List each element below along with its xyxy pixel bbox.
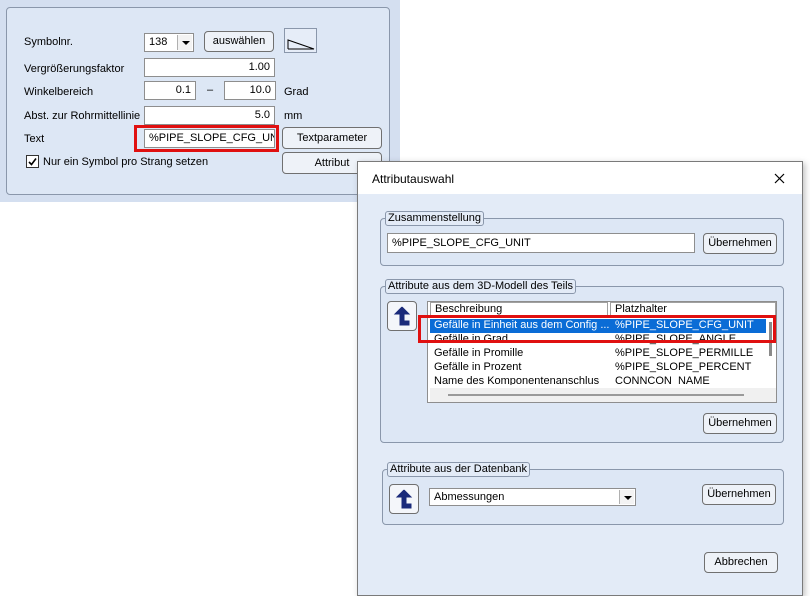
cancel-button[interactable]: Abbrechen bbox=[704, 552, 778, 573]
one-symbol-label: Nur ein Symbol pro Strang setzen bbox=[43, 156, 209, 168]
row-placeholder: CONNCON_NAME bbox=[615, 375, 710, 385]
symbolnr-label: Symbolnr. bbox=[24, 36, 73, 48]
database-apply-button[interactable]: Übernehmen bbox=[702, 484, 776, 505]
up-arrow-icon bbox=[395, 489, 413, 509]
distance-input[interactable]: 5.0 bbox=[144, 106, 275, 125]
composition-legend: Zusammenstellung bbox=[385, 211, 484, 226]
distance-unit: mm bbox=[284, 110, 303, 122]
model-attributes-legend: Attribute aus dem 3D-Modell des Teils bbox=[385, 279, 577, 294]
column-header-placeholder[interactable]: Platzhalter bbox=[610, 302, 776, 316]
row-description: Gefälle in Promille bbox=[434, 347, 524, 359]
up-arrow-icon bbox=[393, 306, 411, 326]
list-item[interactable]: Name des Komponentenanschlus CONNCON_NAM… bbox=[430, 375, 766, 385]
row-description: Gefälle in Prozent bbox=[434, 361, 522, 373]
angle-unit: Grad bbox=[284, 86, 309, 98]
selected-row-highlight bbox=[418, 315, 776, 343]
checkmark-icon bbox=[28, 158, 37, 166]
textparameter-button[interactable]: Textparameter bbox=[282, 127, 382, 149]
angle-range-dash: – bbox=[207, 84, 214, 96]
database-attribute-value: Abmessungen bbox=[434, 491, 505, 503]
select-symbol-button[interactable]: auswählen bbox=[204, 31, 274, 52]
one-symbol-checkbox[interactable] bbox=[26, 155, 39, 168]
factor-input[interactable]: 1.00 bbox=[144, 58, 275, 77]
close-icon bbox=[774, 173, 785, 184]
chevron-down-icon[interactable] bbox=[619, 490, 634, 504]
dialog-titlebar: Attributauswahl bbox=[358, 162, 802, 194]
angle-to-input[interactable]: 10.0 bbox=[224, 81, 276, 100]
symbolnr-combo[interactable]: 138 bbox=[144, 33, 194, 52]
horizontal-scrollbar[interactable] bbox=[430, 388, 776, 402]
dialog-title: Attributauswahl bbox=[372, 172, 455, 186]
factor-label: Vergrößerungsfaktor bbox=[24, 63, 125, 75]
distance-label: Abst. zur Rohrmittellinie bbox=[24, 110, 141, 122]
attribute-selection-dialog: Attributauswahl Zusammenstellung %PIPE_S… bbox=[357, 161, 803, 596]
text-input-highlight bbox=[134, 125, 279, 152]
chevron-down-icon[interactable] bbox=[177, 35, 192, 50]
symbolnr-value: 138 bbox=[149, 36, 168, 48]
composition-apply-button[interactable]: Übernehmen bbox=[703, 233, 777, 254]
model-apply-button[interactable]: Übernehmen bbox=[703, 413, 777, 434]
text-label: Text bbox=[24, 133, 45, 145]
composition-input[interactable]: %PIPE_SLOPE_CFG_UNIT bbox=[387, 233, 695, 253]
list-item[interactable]: Gefälle in Promille %PIPE_SLOPE_PERMILLE bbox=[430, 347, 766, 361]
slope-triangle-icon bbox=[287, 39, 315, 50]
model-up-button[interactable] bbox=[387, 301, 417, 331]
row-placeholder: %PIPE_SLOPE_PERCENT bbox=[615, 361, 752, 373]
database-attribute-combo[interactable]: Abmessungen bbox=[429, 488, 636, 506]
angle-label: Winkelbereich bbox=[24, 86, 94, 98]
database-attributes-group: Attribute aus der Datenbank Abmessungen … bbox=[382, 462, 784, 525]
model-attributes-group: Attribute aus dem 3D-Modell des Teils Be… bbox=[380, 279, 784, 443]
close-button[interactable] bbox=[768, 168, 790, 188]
row-description: Name des Komponentenanschlus bbox=[434, 375, 600, 385]
horizontal-scrollbar-thumb[interactable] bbox=[448, 394, 744, 396]
row-placeholder: %PIPE_SLOPE_PERMILLE bbox=[615, 347, 754, 359]
dialog-client-area: Zusammenstellung %PIPE_SLOPE_CFG_UNIT Üb… bbox=[358, 194, 802, 595]
list-item[interactable]: Gefälle in Prozent %PIPE_SLOPE_PERCENT bbox=[430, 361, 766, 375]
angle-from-input[interactable]: 0.1 bbox=[144, 81, 196, 100]
database-attributes-legend: Attribute aus der Datenbank bbox=[387, 462, 530, 477]
composition-group: Zusammenstellung %PIPE_SLOPE_CFG_UNIT Üb… bbox=[380, 211, 784, 266]
symbol-preview bbox=[284, 28, 317, 53]
symbol-settings-panel: Symbolnr. 138 auswählen Vergrößerungsfak… bbox=[0, 0, 400, 202]
column-header-description[interactable]: Beschreibung bbox=[430, 302, 608, 316]
database-up-button[interactable] bbox=[389, 484, 419, 514]
